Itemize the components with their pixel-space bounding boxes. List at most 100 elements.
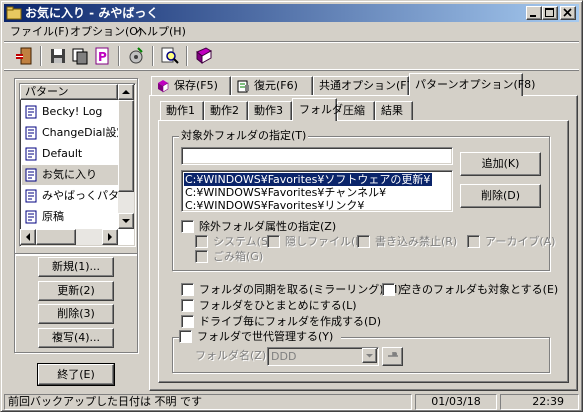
exit-button[interactable]: 終了(E) [37,363,115,386]
checkbox-label: システム(S) [213,235,273,248]
browse-icon [387,352,398,357]
checkbox-label: 空きのフォルダも対象とする(E) [400,283,559,296]
subtab-result[interactable]: 結果 [375,101,413,121]
compress-tool-button[interactable]: P [92,46,112,66]
minimize-button[interactable] [526,6,542,20]
delete-folder-button[interactable]: 削除(D) [460,184,541,208]
toolbar-separator [152,46,154,66]
pattern-item-miyaback[interactable]: みやばっくパタ [22,186,122,206]
tab-label: 共通オプション(F7) [319,79,418,92]
exit-icon [16,47,32,65]
search-tool-button[interactable] [160,46,180,66]
checkbox-box[interactable] [382,283,395,296]
maximize-button[interactable] [542,6,558,20]
tab-restore[interactable]: 復元(F6) [231,76,313,96]
search-icon [161,47,179,64]
pattern-item-default[interactable]: Default [22,144,122,164]
folder-name-browse-button[interactable] [382,347,403,366]
pattern-item-label: ChangeDial設定 [42,126,128,139]
checkbox-box[interactable] [181,220,194,233]
tab-label: 動作3 [254,104,283,117]
app-folder-icon [6,5,22,21]
subtab-action2[interactable]: 動作2 [204,101,248,121]
checkbox-box[interactable] [195,235,208,248]
pattern-item-becky-log[interactable]: Becky! Log [22,102,122,122]
checkbox-box[interactable] [181,299,194,312]
copy-tool-button[interactable] [70,46,90,66]
pattern-item-changedial[interactable]: ChangeDial設定 [22,123,127,143]
tab-pattern-options[interactable]: パターンオプション(F8) [409,73,535,96]
checkbox-box[interactable] [181,283,194,296]
scroll-up-button[interactable] [118,84,134,100]
svg-text:P: P [98,50,107,64]
checkbox-label: 隠しファイル(H) [285,235,368,248]
tab-label: 保存(F5) [174,79,218,92]
tab-common-options[interactable]: 共通オプション(F7) [313,76,418,96]
delete-pattern-button[interactable]: 削除(3) [38,304,114,324]
status-time: 22:39 [500,394,579,410]
close-icon [563,8,572,17]
excluded-folder-item[interactable]: C:¥WINDOWS¥Favorites¥チャンネル¥ [184,186,386,199]
copy-icon [72,48,88,65]
checkbox-box[interactable] [179,330,192,343]
add-folder-button[interactable]: 追加(K) [460,152,541,176]
menu-bar: ファイル(F) オプション(O) ヘルプ(H) [4,22,579,40]
checkbox-label: 書き込み禁止(R) [375,235,458,248]
tab-label: 動作2 [210,104,239,117]
checkbox-box[interactable] [195,250,208,263]
subtab-action1[interactable]: 動作1 [160,101,204,121]
excluded-folder-item[interactable]: C:¥WINDOWS¥Favorites¥リンク¥ [184,199,364,212]
maximize-icon [545,8,554,17]
generation-checkbox[interactable]: フォルダで世代管理する(Y) [179,330,341,344]
pattern-horizontal-scrollbar[interactable] [20,229,118,245]
toolbar-separator [186,46,188,66]
menu-help[interactable]: ヘルプ(H) [136,24,186,39]
help-book-tool-button[interactable] [194,46,214,66]
excluded-folder-list[interactable]: C:¥WINDOWS¥Favorites¥ソフトウェアの更新¥ C:¥WINDO… [181,170,453,212]
status-message: 前回バックアップした日付は 不明 です [4,394,412,410]
exit-tool-button[interactable] [14,46,34,66]
exclude-folder-input[interactable] [181,147,453,165]
checkbox-box[interactable] [357,235,370,248]
menu-file[interactable]: ファイル(F) [10,24,69,39]
pattern-item-manuscript[interactable]: 原稿 [22,207,122,227]
settings-tool-button[interactable] [126,46,146,66]
copy-pattern-button[interactable]: 複写(4)... [38,328,114,348]
title-bar[interactable]: お気に入り - みやばっく [4,4,579,22]
app-window: お気に入り - みやばっく ファイル(F) オプション(O) ヘルプ(H) P [0,0,583,412]
checkbox-box[interactable] [181,315,194,328]
close-button[interactable] [560,6,576,20]
tab-save[interactable]: 保存(F5) [151,76,231,96]
folder-name-dropdown-button[interactable] [362,348,377,363]
pattern-list-header[interactable]: パターン [20,84,118,100]
new-pattern-button[interactable]: 新規(1)... [38,257,114,277]
update-pattern-button[interactable]: 更新(2) [38,281,114,301]
pattern-item-label: Default [42,147,83,160]
checkbox-box[interactable] [267,235,280,248]
scroll-thumb[interactable] [36,229,76,245]
scroll-left-button[interactable] [20,229,36,245]
checkbox-label: 除外フォルダ属性の指定(Z) [199,220,337,233]
menu-options[interactable]: オプション(O) [70,24,142,39]
excluded-folder-item[interactable]: C:¥WINDOWS¥Favorites¥ソフトウェアの更新¥ [184,173,432,186]
subtab-folder[interactable]: フォルダ [292,98,343,121]
subtab-action3[interactable]: 動作3 [248,101,292,121]
pattern-listbox[interactable]: パターン Becky! Log ChangeDial設定 Default お気に… [19,83,136,247]
pattern-vertical-scrollbar[interactable] [118,84,134,229]
toolbar: P [4,41,579,70]
save-tool-button[interactable] [48,46,68,66]
folder-name-combobox[interactable]: DDD [267,347,379,366]
status-date: 01/03/18 [415,394,497,410]
checkbox-label: ドライブ毎にフォルダを作成する(D) [199,315,382,328]
checkbox-label: フォルダで世代管理する(Y) [197,330,334,343]
pattern-item-favorites[interactable]: お気に入り [22,165,122,185]
arrow-down-icon [122,219,130,223]
pattern-item-label: Becky! Log [42,105,103,118]
pattern-doc-icon [24,126,38,140]
settings-icon [129,47,143,64]
scroll-thumb[interactable] [118,100,134,192]
status-bar: 前回バックアップした日付は 不明 です 01/03/18 22:39 [4,394,579,410]
scroll-right-button[interactable] [102,229,118,245]
checkbox-box[interactable] [467,235,480,248]
scroll-down-button[interactable] [118,213,134,229]
